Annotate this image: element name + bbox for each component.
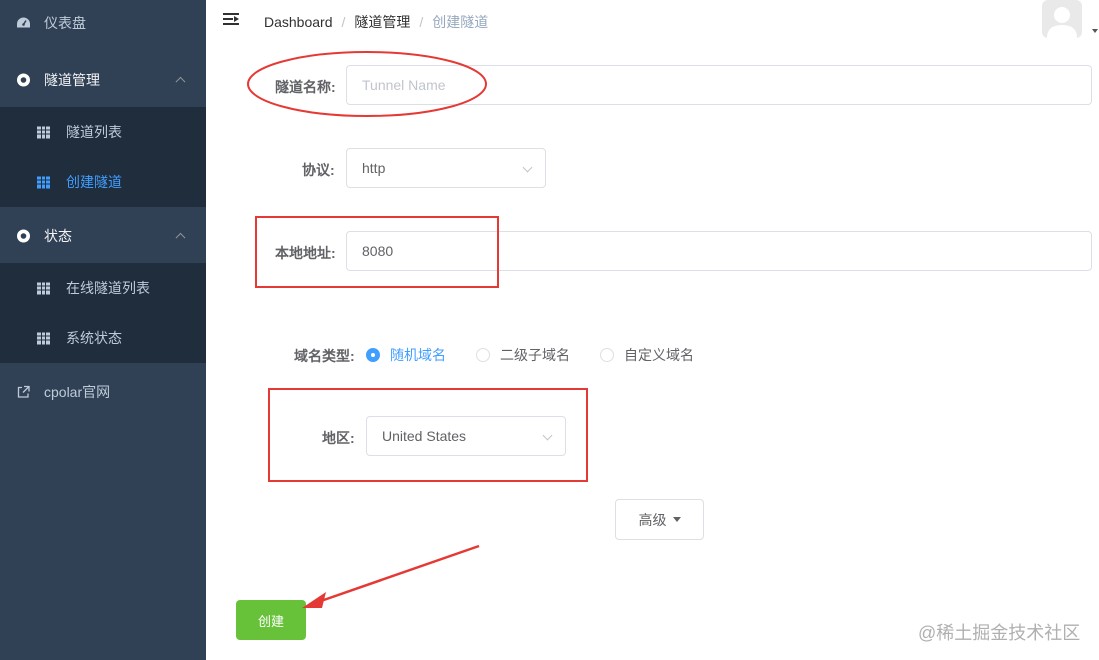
local-address-value: 8080 <box>362 243 394 259</box>
sidebar-item-label: 系统状态 <box>66 330 122 346</box>
local-address-label: 本地地址: <box>275 245 336 261</box>
sidebar-item-label: 状态 <box>44 228 72 244</box>
caret-down-icon[interactable] <box>1092 29 1098 33</box>
protocol-label: 协议: <box>302 162 335 178</box>
sidebar: 仪表盘 隧道管理 隧道列表 创建隧道 状态 在线隧道列表 系统状态 cpolar… <box>0 0 206 660</box>
hamburger-icon[interactable] <box>223 13 239 26</box>
sidebar-item-cpolar-site[interactable]: cpolar官网 <box>0 364 206 420</box>
create-button-label: 创建 <box>257 613 284 629</box>
advanced-button-label: 高级 <box>638 511 667 528</box>
sidebar-item-label: 创建隧道 <box>66 174 122 190</box>
domain-type-radio-group: 随机域名 二级子域名 自定义域名 <box>366 345 724 365</box>
avatar[interactable] <box>1042 0 1082 38</box>
radio-dot <box>476 348 490 362</box>
sidebar-item-dashboard[interactable]: 仪表盘 <box>0 0 206 51</box>
sidebar-item-label: 在线隧道列表 <box>66 280 150 296</box>
sidebar-item-label: 隧道管理 <box>44 72 100 88</box>
sidebar-item-tunnel-list[interactable]: 隧道列表 <box>0 107 206 157</box>
table-icon <box>36 175 51 190</box>
local-address-input[interactable]: 8080 <box>346 231 1092 271</box>
table-icon <box>36 281 51 296</box>
create-button[interactable]: 创建 <box>236 600 306 640</box>
radio-label: 自定义域名 <box>624 347 694 363</box>
region-value: United States <box>382 428 467 444</box>
protocol-value: http <box>362 160 386 176</box>
sidebar-item-online-tunnels[interactable]: 在线隧道列表 <box>0 263 206 313</box>
radio-dot <box>366 348 380 362</box>
region-select[interactable]: United States <box>366 416 566 456</box>
tunnel-name-input[interactable]: Tunnel Name <box>346 65 1092 105</box>
sidebar-item-label: cpolar官网 <box>44 384 111 400</box>
navbar: Dashboard / 隧道管理 / 创建隧道 <box>206 0 1099 40</box>
watermark: @稀土掘金技术社区 <box>918 623 1081 643</box>
chevron-down-icon <box>522 162 533 173</box>
radio-random-domain[interactable]: 随机域名 <box>366 345 446 365</box>
breadcrumb-section[interactable]: 隧道管理 <box>354 12 410 32</box>
chevron-up-icon <box>175 76 186 87</box>
tunnel-name-placeholder: Tunnel Name <box>362 77 446 93</box>
protocol-select[interactable]: http <box>346 148 546 188</box>
chevron-up-icon <box>175 232 186 243</box>
lifebuoy-icon <box>16 229 31 244</box>
radio-label: 二级子域名 <box>500 347 570 363</box>
sidebar-item-tunnel-management[interactable]: 隧道管理 <box>0 52 206 108</box>
sidebar-item-system-status[interactable]: 系统状态 <box>0 313 206 363</box>
lifebuoy-icon <box>16 73 31 88</box>
sidebar-item-status[interactable]: 状态 <box>0 208 206 264</box>
sidebar-item-create-tunnel[interactable]: 创建隧道 <box>0 157 206 207</box>
radio-custom-domain[interactable]: 自定义域名 <box>600 345 694 365</box>
domain-type-label: 域名类型: <box>294 348 355 364</box>
caret-down-icon <box>672 517 681 522</box>
annotation-arrow <box>302 544 480 608</box>
region-label: 地区: <box>322 430 355 446</box>
advanced-button[interactable]: 高级 <box>615 499 704 540</box>
radio-subdomain[interactable]: 二级子域名 <box>476 345 570 365</box>
chevron-down-icon <box>542 430 553 441</box>
tunnel-name-label: 隧道名称: <box>275 79 336 95</box>
breadcrumb-separator: / <box>341 14 346 30</box>
breadcrumb-current: 创建隧道 <box>432 14 489 30</box>
external-link-icon <box>16 385 31 400</box>
radio-label: 随机域名 <box>390 347 446 363</box>
dashboard-icon <box>16 16 31 31</box>
breadcrumb-separator: / <box>419 14 424 30</box>
radio-dot <box>600 348 614 362</box>
sidebar-item-label: 仪表盘 <box>44 15 86 31</box>
breadcrumb-home[interactable]: Dashboard <box>264 14 333 30</box>
table-icon <box>36 125 51 140</box>
sidebar-item-label: 隧道列表 <box>66 124 122 140</box>
table-icon <box>36 331 51 346</box>
breadcrumb: Dashboard / 隧道管理 / 创建隧道 <box>264 12 488 32</box>
